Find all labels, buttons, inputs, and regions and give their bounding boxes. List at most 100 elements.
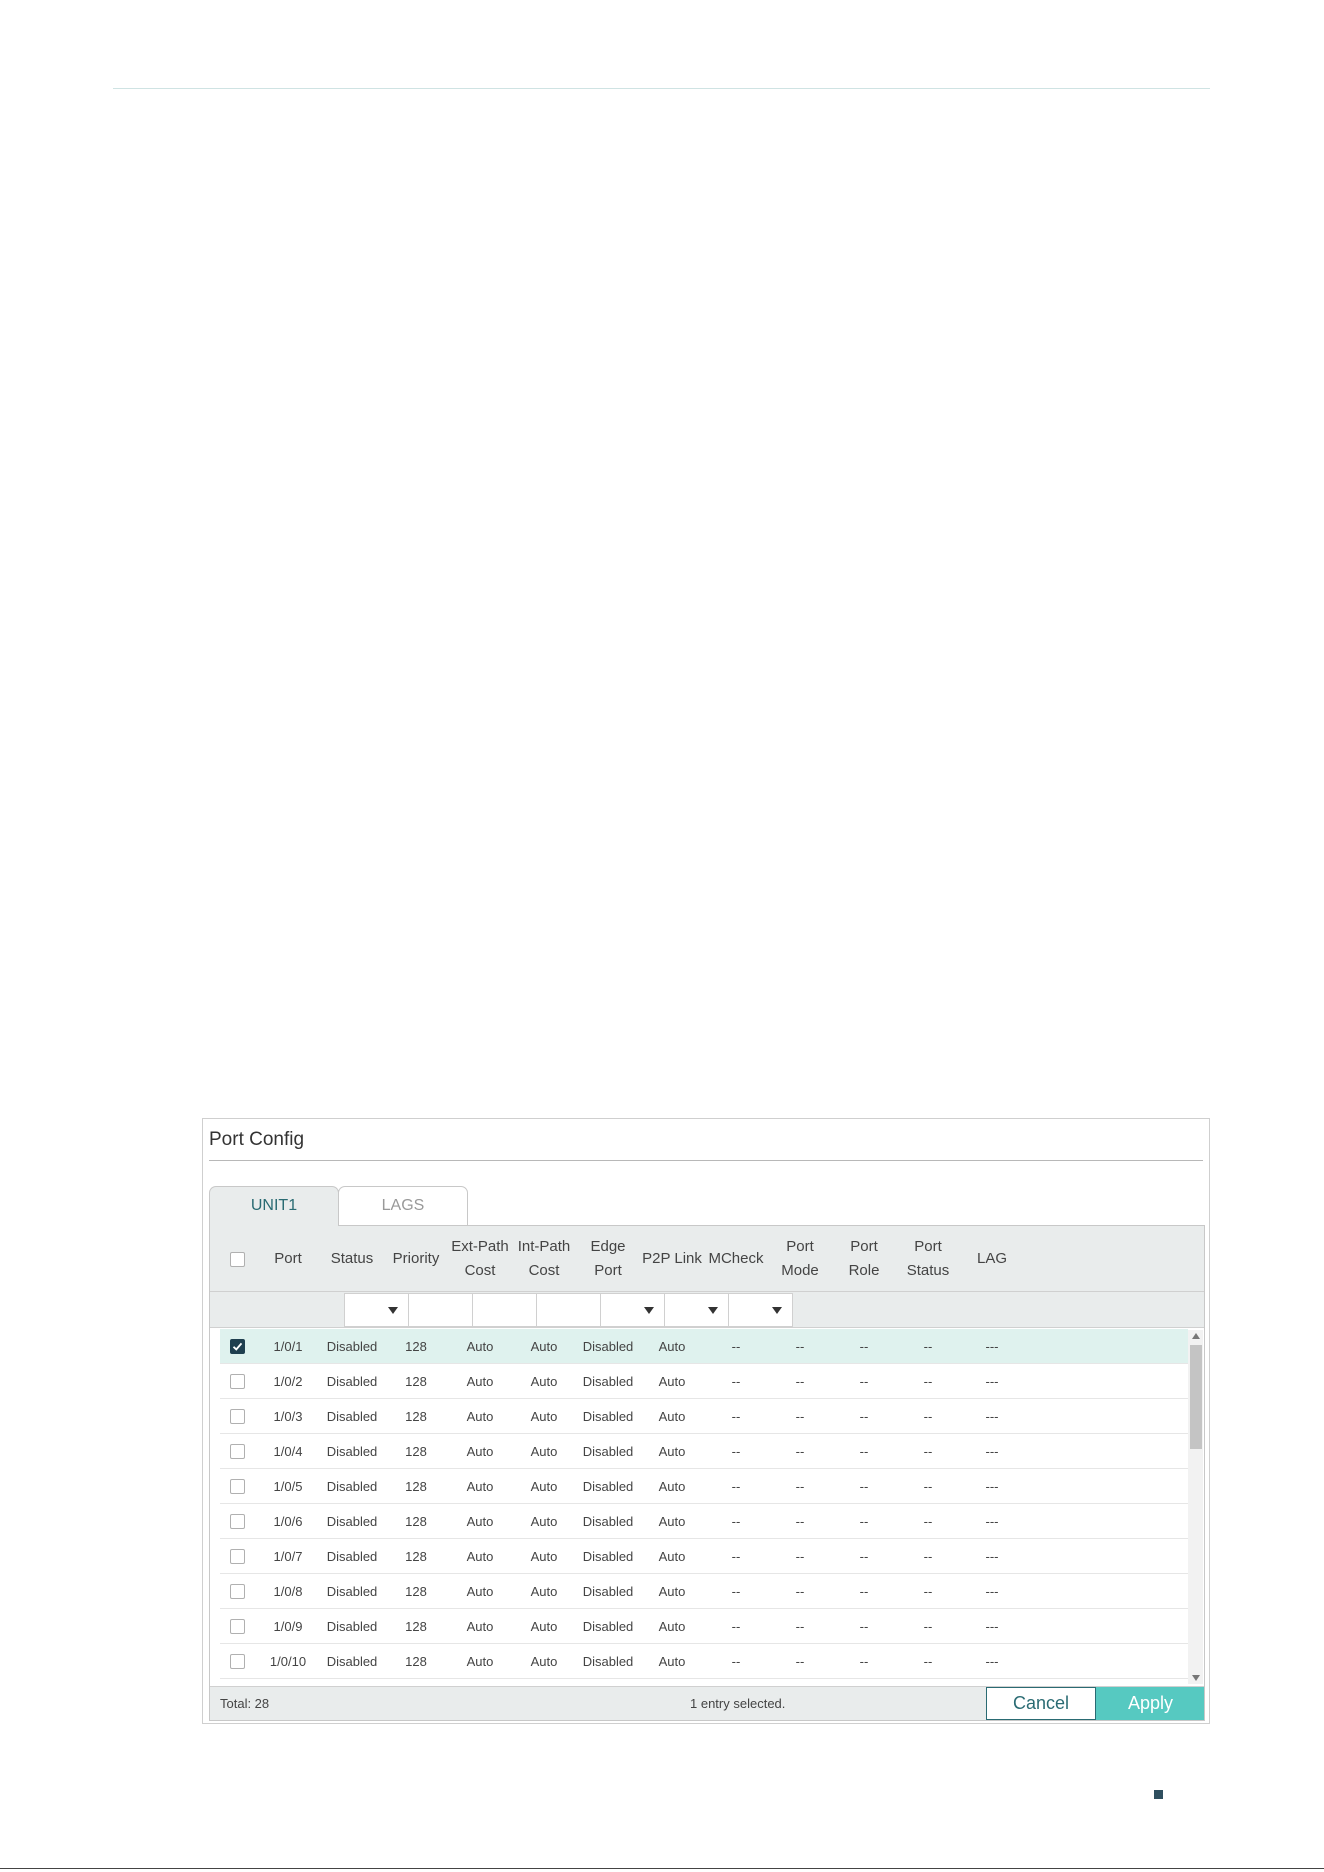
cell-priority: 128 <box>405 1548 427 1564</box>
page-marker <box>1154 1790 1163 1799</box>
cell-port-mode: -- <box>795 1618 805 1634</box>
cell-port-mode: -- <box>795 1373 805 1389</box>
cell-mcheck: -- <box>731 1443 741 1459</box>
cell-edge-port: Disabled <box>582 1478 634 1494</box>
cell-priority: 128 <box>405 1653 427 1669</box>
cell-lag: --- <box>985 1548 999 1564</box>
table-row[interactable]: 1/0/8 Disabled 128 Auto Auto Disabled Auto -- --… <box>220 1574 1188 1609</box>
table-row[interactable]: 1/0/7 Disabled 128 Auto Auto Disabled Auto -- --… <box>220 1539 1188 1574</box>
row-checkbox[interactable] <box>229 1548 245 1564</box>
table-row[interactable]: 1/0/10 Disabled 128 Auto Auto Disabled Auto -- -… <box>220 1644 1188 1679</box>
cell-port: 1/0/1 <box>273 1338 303 1354</box>
cell-port: 1/0/6 <box>273 1513 303 1529</box>
row-checkbox[interactable] <box>229 1478 245 1494</box>
cell-port-status: -- <box>923 1653 933 1669</box>
column-header-lag: LAG <box>976 1250 1007 1267</box>
column-header-port-role: Port Role <box>848 1238 880 1279</box>
tab-unit1[interactable]: UNIT1 <box>209 1186 339 1226</box>
apply-button[interactable]: Apply <box>1096 1687 1204 1720</box>
cell-port-status: -- <box>923 1408 933 1424</box>
table-row[interactable]: 1/0/1 Disabled 128 Auto Auto Disabled Auto -- --… <box>220 1329 1188 1364</box>
cell-mcheck: -- <box>731 1618 741 1634</box>
cell-p2p-link: Auto <box>658 1653 686 1669</box>
cell-port-role: -- <box>859 1373 869 1389</box>
p2p-link-filter-select[interactable] <box>664 1293 729 1327</box>
edge-port-filter-select[interactable] <box>600 1293 665 1327</box>
row-checkbox[interactable] <box>229 1408 245 1424</box>
row-checkbox[interactable] <box>229 1653 245 1669</box>
column-header-int-path-cost: Int-Path Cost <box>517 1238 571 1279</box>
cell-mcheck: -- <box>731 1513 741 1529</box>
cell-port-status: -- <box>923 1478 933 1494</box>
tab-lags[interactable]: LAGS <box>338 1186 468 1226</box>
int-path-cost-filter-input[interactable] <box>536 1293 601 1327</box>
cell-priority: 128 <box>405 1618 427 1634</box>
row-checkbox[interactable] <box>229 1373 245 1389</box>
panel-title: Port Config <box>209 1129 305 1150</box>
cell-lag: --- <box>985 1513 999 1529</box>
row-checkbox[interactable] <box>229 1443 245 1459</box>
page-header-rule <box>113 88 1210 89</box>
cell-status: Disabled <box>326 1548 378 1564</box>
cell-port-mode: -- <box>795 1653 805 1669</box>
cell-mcheck: -- <box>731 1408 741 1424</box>
cell-status: Disabled <box>326 1653 378 1669</box>
table-row[interactable]: 1/0/3 Disabled 128 Auto Auto Disabled Auto -- --… <box>220 1399 1188 1434</box>
cell-port-role: -- <box>859 1583 869 1599</box>
table-body: 1/0/1 Disabled 128 Auto Auto Disabled Auto -- --… <box>210 1328 1204 1686</box>
cell-port-mode: -- <box>795 1408 805 1424</box>
row-select-cell <box>220 1329 254 1363</box>
cell-port-mode: -- <box>795 1338 805 1354</box>
cell-port-status: -- <box>923 1618 933 1634</box>
table-row[interactable]: 1/0/6 Disabled 128 Auto Auto Disabled Auto -- --… <box>220 1504 1188 1539</box>
row-select-cell <box>220 1644 254 1678</box>
cell-status: Disabled <box>326 1478 378 1494</box>
cell-ext-path-cost: Auto <box>466 1408 494 1424</box>
cell-edge-port: Disabled <box>582 1618 634 1634</box>
cell-edge-port: Disabled <box>582 1408 634 1424</box>
table-row[interactable]: 1/0/5 Disabled 128 Auto Auto Disabled Auto -- --… <box>220 1469 1188 1504</box>
cell-priority: 128 <box>405 1513 427 1529</box>
cell-port: 1/0/2 <box>273 1373 303 1389</box>
table-row[interactable]: 1/0/9 Disabled 128 Auto Auto Disabled Auto -- --… <box>220 1609 1188 1644</box>
row-checkbox[interactable] <box>229 1513 245 1529</box>
cell-port: 1/0/3 <box>273 1408 303 1424</box>
cell-mcheck: -- <box>731 1653 741 1669</box>
cell-ext-path-cost: Auto <box>466 1583 494 1599</box>
select-all-checkbox[interactable] <box>229 1251 245 1267</box>
priority-filter-input[interactable] <box>408 1293 473 1327</box>
row-checkbox[interactable] <box>229 1618 245 1634</box>
cell-port-status: -- <box>923 1513 933 1529</box>
cell-port: 1/0/4 <box>273 1443 303 1459</box>
cell-port: 1/0/5 <box>273 1478 303 1494</box>
cell-port-status: -- <box>923 1548 933 1564</box>
cell-port: 1/0/10 <box>269 1653 307 1669</box>
ext-path-cost-filter-input[interactable] <box>472 1293 537 1327</box>
cell-priority: 128 <box>405 1373 427 1389</box>
cell-port-mode: -- <box>795 1548 805 1564</box>
table-row[interactable]: 1/0/2 Disabled 128 Auto Auto Disabled Auto -- --… <box>220 1364 1188 1399</box>
row-checkbox[interactable] <box>229 1338 245 1354</box>
page-footer-rule <box>0 1868 1324 1869</box>
cell-port-role: -- <box>859 1548 869 1564</box>
vertical-scrollbar[interactable] <box>1188 1330 1203 1684</box>
cell-lag: --- <box>985 1373 999 1389</box>
cell-priority: 128 <box>405 1338 427 1354</box>
cell-lag: --- <box>985 1408 999 1424</box>
total-count: Total: 28 <box>220 1696 270 1711</box>
cell-p2p-link: Auto <box>658 1548 686 1564</box>
scrollbar-thumb[interactable] <box>1190 1345 1202 1449</box>
status-filter-select[interactable] <box>344 1293 409 1327</box>
cancel-button[interactable]: Cancel <box>986 1687 1096 1720</box>
table-footer: Total: 28 1 entry selected. Cancel Apply <box>210 1686 1204 1720</box>
cell-mcheck: -- <box>731 1548 741 1564</box>
cell-lag: --- <box>985 1653 999 1669</box>
cell-p2p-link: Auto <box>658 1618 686 1634</box>
cell-port-role: -- <box>859 1338 869 1354</box>
mcheck-filter-select[interactable] <box>728 1293 793 1327</box>
row-checkbox[interactable] <box>229 1583 245 1599</box>
scroll-up-icon[interactable] <box>1192 1333 1200 1339</box>
cell-p2p-link: Auto <box>658 1443 686 1459</box>
table-row[interactable]: 1/0/4 Disabled 128 Auto Auto Disabled Auto -- --… <box>220 1434 1188 1469</box>
scroll-down-icon[interactable] <box>1192 1675 1200 1681</box>
